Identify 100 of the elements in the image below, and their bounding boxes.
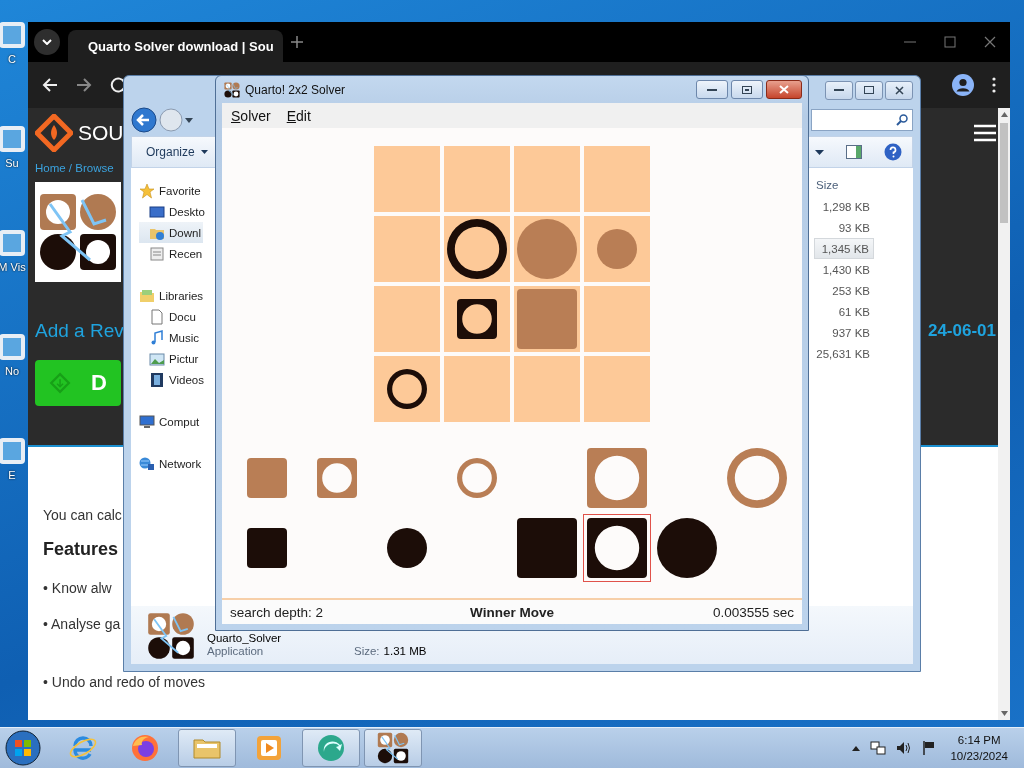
minimize-button[interactable] [696,80,728,99]
app-icon [377,732,409,764]
size-label: Size: [354,645,380,657]
navigation-item[interactable]: Docu [139,306,198,327]
back-button-icon[interactable] [131,107,157,133]
reload-icon[interactable] [110,77,126,93]
restore-icon [742,85,752,94]
feature-item: • Undo and redo of moves [43,674,206,690]
file-size-cell[interactable]: 253 KB [814,280,874,301]
desktop-icon-label[interactable]: C [0,52,30,66]
fox-globe-icon [129,732,161,764]
caret-icon[interactable] [185,117,193,123]
file-size-cell[interactable]: 1,430 KB [814,259,874,280]
board-square[interactable] [444,286,510,352]
volume-icon[interactable] [896,740,913,756]
navigation-item[interactable]: Recen [139,243,205,264]
game-piece[interactable] [387,528,427,568]
maximize-icon[interactable] [944,36,956,48]
breadcrumb-link[interactable]: Home / Browse [35,162,114,174]
navigation-item[interactable]: Libraries [139,285,206,306]
preview-pane-icon[interactable] [846,145,862,159]
search-field[interactable] [811,109,913,131]
file-icon [147,612,195,660]
restore-button[interactable] [731,80,763,99]
organize-menu[interactable]: Organize [146,145,208,159]
navigation-item[interactable]: Network [139,453,204,474]
brand-logo-icon [35,114,73,152]
navigation-item[interactable]: Videos [139,369,206,390]
star-icon [139,182,155,199]
maximize-button[interactable] [855,80,883,100]
file-size-cell[interactable]: 1,298 KB [814,196,874,217]
close-icon[interactable] [984,36,996,48]
browser-tab[interactable]: Quarto Solver download | Sou [68,30,283,62]
close-button[interactable] [885,80,913,100]
features-heading: Features [43,539,119,560]
column-header[interactable]: Size [816,174,874,196]
more-menu-icon[interactable] [992,77,996,93]
profile-icon[interactable] [952,74,974,96]
clock[interactable]: 6:14 PM 10/23/2024 [950,732,1008,764]
scroll-down-icon [1000,711,1008,716]
desktop-icon-label[interactable]: E [0,468,30,482]
site-logo-text[interactable]: SOU [78,121,124,145]
desktop-icon-label[interactable]: No [0,364,30,378]
minimize-button[interactable] [825,80,853,100]
flag-icon[interactable] [922,740,937,756]
desktop-icon-label[interactable]: Su [0,156,30,170]
close-icon [779,85,789,94]
desktop-shortcut-icon[interactable] [0,436,27,466]
app-icon [224,81,240,98]
feature-item: • Know alw [43,580,112,596]
file-name: Quarto_Solver [207,632,283,644]
help-icon[interactable] [884,143,902,161]
file-size-cell[interactable]: 61 KB [814,301,874,322]
navigation-item[interactable]: Deskto [139,201,207,222]
scrollbar-thumb[interactable] [1000,123,1008,223]
close-icon [894,85,904,95]
scroll-up-icon [1000,112,1008,117]
result-text: Winner Move [470,604,554,620]
show-hidden-icons-icon[interactable] [852,745,861,751]
file-type: Application [207,645,265,657]
music-note-icon [149,329,165,346]
document-icon [149,308,165,325]
window-title: Quarto! 2x2 Solver [245,82,346,97]
size-value: 1.31 MB [383,645,427,657]
file-size-cell[interactable]: 25,631 KB [814,343,874,364]
menu-item[interactable]: Edit [286,107,311,124]
intro-text: You can calc [43,507,122,523]
desktop-shortcut-icon[interactable] [0,228,27,258]
network-icon [139,455,155,472]
desktop-icon-label[interactable]: M Vis [0,260,30,274]
caret-icon [42,39,52,45]
desktop-shortcut-icon[interactable] [0,20,27,50]
back-arrow-icon[interactable] [42,77,58,93]
desktop-shortcut-icon[interactable] [0,124,27,154]
start-orb-icon[interactable] [5,730,41,766]
navigation-item[interactable]: Favorite [139,180,203,201]
file-size-cell[interactable]: 937 KB [814,322,874,343]
navigation-item[interactable]: Music [139,327,202,348]
minimize-icon [834,88,844,92]
forward-arrow-icon[interactable] [76,77,92,93]
network-icon[interactable] [870,740,887,756]
navigation-item[interactable]: Pictur [139,348,201,369]
maximize-icon [864,86,874,94]
review-link[interactable]: Add a Rev [35,320,124,342]
file-size-cell[interactable]: 1,345 KB [814,238,874,259]
board-square[interactable] [374,356,440,422]
new-tab-icon[interactable] [291,36,303,48]
file-size-cell[interactable]: 93 KB [814,217,874,238]
close-button[interactable] [766,80,802,99]
hamburger-menu-icon[interactable] [974,124,996,142]
menu-item[interactable]: Solver [231,107,271,124]
tab-list-button[interactable] [34,29,60,55]
search-depth-text: search depth: 2 [230,604,325,620]
taskbar-button[interactable] [364,729,422,767]
feature-item: • Analyse ga [43,616,121,632]
navigation-item[interactable]: Comput [139,411,202,432]
scrollbar[interactable] [998,108,1010,720]
desktop-shortcut-icon[interactable] [0,332,27,362]
caret-icon[interactable] [815,149,824,155]
navigation-item[interactable]: Downl [139,222,203,243]
